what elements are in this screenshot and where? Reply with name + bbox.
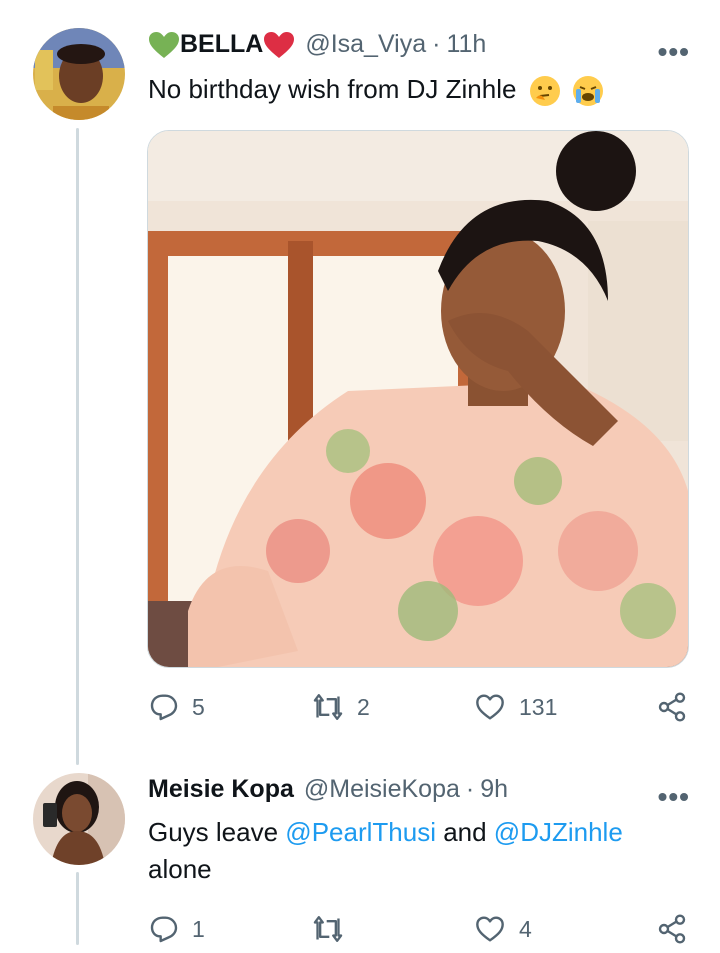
display-name-text: BELLA — [180, 30, 264, 58]
reply-icon — [150, 916, 178, 943]
like-count: 4 — [519, 915, 532, 942]
crying-face-icon — [572, 76, 603, 107]
user-handle[interactable]: @MeisieKopa — [304, 775, 460, 804]
avatar[interactable] — [33, 28, 125, 120]
tweet-text-part: and — [435, 817, 494, 847]
separator: · — [465, 775, 475, 803]
thread-line-2 — [76, 872, 79, 945]
mention-link-pearlthusi[interactable]: @PearlThusi — [285, 817, 436, 847]
share-button[interactable] — [655, 691, 701, 723]
tweet-text: Guys leave @PearlThusi and @DJZinhle alo… — [148, 814, 623, 888]
timestamp[interactable]: 9h — [480, 775, 508, 804]
like-button[interactable]: 131 — [473, 691, 557, 723]
tweet-text-part: alone — [148, 854, 212, 884]
thinking-face-icon — [529, 76, 560, 107]
more-icon[interactable]: ••• — [658, 783, 690, 811]
display-name[interactable]: Meisie Kopa — [148, 775, 294, 804]
reply-icon — [150, 694, 178, 721]
like-icon — [476, 916, 504, 942]
like-icon — [476, 694, 504, 720]
avatar[interactable] — [33, 773, 125, 865]
retweet-count: 2 — [357, 693, 370, 720]
like-count: 131 — [519, 693, 558, 720]
display-name[interactable]: BELLA — [148, 30, 295, 59]
tweet-text: No birthday wish from DJ Zinhle — [148, 71, 603, 108]
user-handle[interactable]: @Isa_Viya — [305, 30, 426, 59]
more-icon[interactable]: ••• — [658, 38, 690, 66]
reply-count: 5 — [192, 693, 205, 720]
share-icon — [658, 692, 686, 722]
share-button[interactable] — [655, 913, 701, 945]
tweet-header: BELLA @Isa_Viya · 11h — [148, 30, 486, 59]
tweet-text-part: Guys leave — [148, 817, 286, 847]
timestamp[interactable]: 11h — [446, 30, 486, 59]
tweet-media-image[interactable] — [147, 130, 689, 668]
green-heart-icon — [149, 31, 179, 58]
retweet-icon — [313, 694, 343, 720]
retweet-button[interactable]: 2 — [311, 691, 370, 723]
tweet-actions: 1 4 — [148, 913, 690, 953]
reply-button[interactable]: 5 — [148, 691, 205, 723]
red-heart-icon — [264, 31, 295, 58]
retweet-icon — [313, 916, 343, 942]
tweet-text-body: No birthday wish from DJ Zinhle — [148, 74, 517, 104]
share-icon — [658, 914, 686, 944]
like-button[interactable]: 4 — [473, 913, 532, 945]
reply-button[interactable]: 1 — [148, 913, 205, 945]
tweet-header: Meisie Kopa @MeisieKopa · 9h — [148, 775, 508, 804]
separator: · — [432, 30, 441, 58]
reply-count: 1 — [192, 915, 205, 942]
tweet-actions: 5 2 131 — [148, 691, 690, 731]
retweet-button[interactable] — [311, 913, 357, 945]
thread-line — [76, 128, 79, 765]
mention-link-djzinhle[interactable]: @DJZinhle — [494, 817, 623, 847]
